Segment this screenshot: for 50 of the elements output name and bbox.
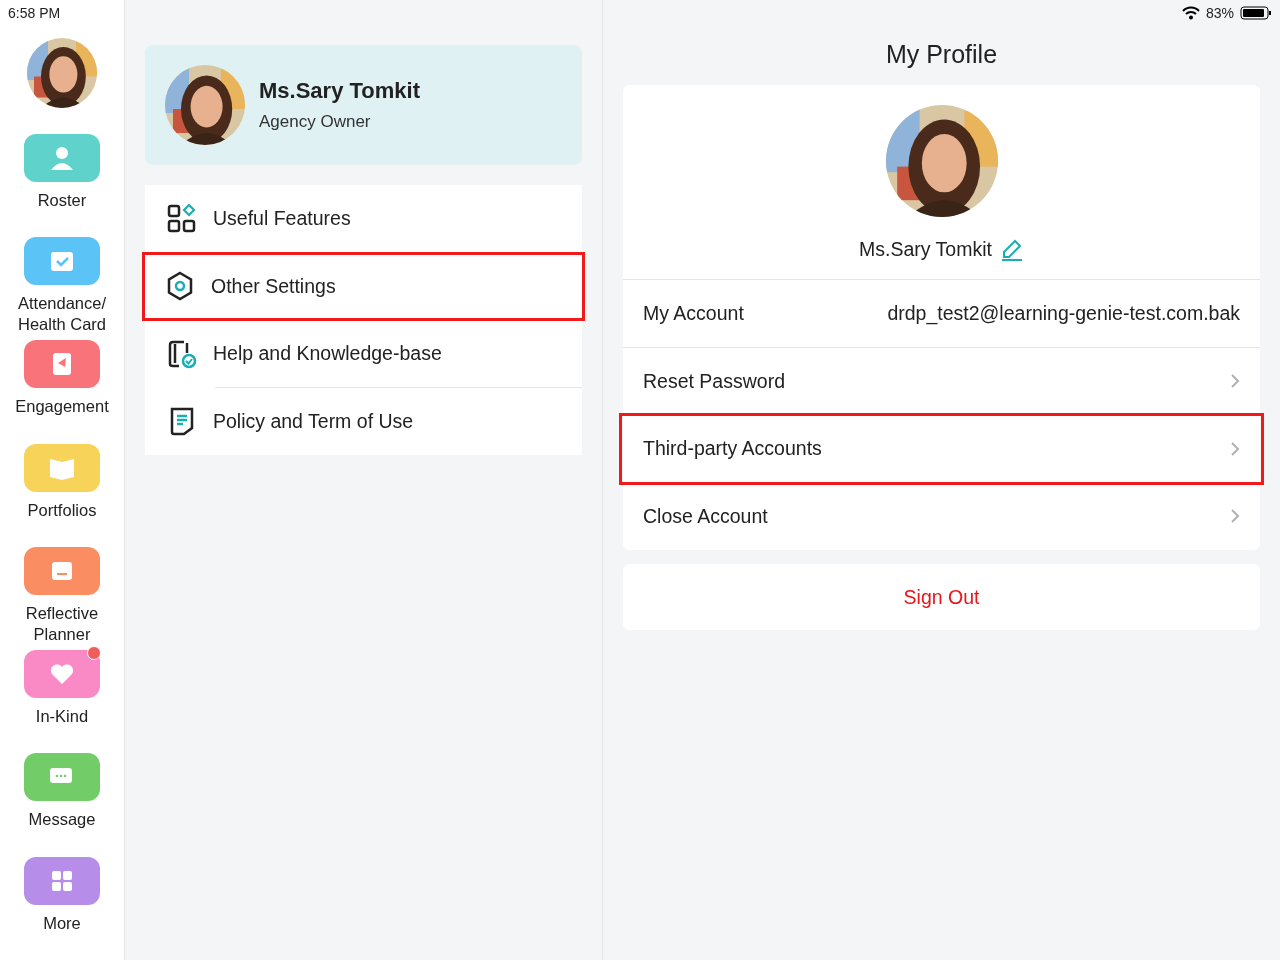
sidebar-item[interactable]: Portfolios: [24, 443, 100, 547]
grid-icon: [167, 203, 197, 234]
sidebar-label: Reflective Planner: [25, 602, 99, 645]
sidebar-item[interactable]: More: [24, 856, 100, 960]
chevron-right-icon: [1230, 440, 1240, 457]
row-label: Close Account: [643, 504, 769, 528]
sidebar-label: Message: [28, 809, 96, 831]
sidebar-item[interactable]: Reflective Planner: [24, 546, 100, 651]
sidebar-item[interactable]: Engagement: [15, 340, 109, 444]
menu-label: Help and Knowledge-base: [213, 342, 442, 366]
sidebar-item[interactable]: In-Kind: [24, 650, 100, 754]
page-title: My Profile: [884, 40, 999, 69]
row-label: Third-party Accounts: [643, 437, 823, 461]
profile-card[interactable]: Ms.Sary Tomkit Agency Owner: [145, 45, 582, 165]
sign-out-button[interactable]: Sign Out: [897, 584, 986, 610]
profile-role: Agency Owner: [259, 112, 372, 132]
status-time: 6:58 PM: [7, 4, 61, 23]
sidebar-item[interactable]: Roster: [24, 133, 100, 238]
sidebar-label: Roster: [37, 189, 87, 211]
sidebar-label: More: [43, 912, 81, 934]
book-check-icon: [167, 338, 197, 369]
sidebar-label: Portfolios: [27, 499, 97, 521]
account-email: drdp_test2@learning-genie-test.com.bak: [887, 301, 1240, 325]
sidebar-label: Engagement: [15, 396, 109, 418]
battery-percent: 83%: [1205, 5, 1234, 21]
menu-label: Policy and Term of Use: [213, 409, 414, 433]
sidebar-item[interactable]: Attendance/ Health Card: [17, 237, 107, 341]
row-label: Reset Password: [643, 369, 786, 393]
menu-item[interactable]: Useful Features: [145, 185, 582, 253]
sidebar-item[interactable]: Message: [24, 753, 100, 857]
hexagon-icon: [165, 271, 195, 302]
profile-name: Ms.Sary Tomkit: [259, 78, 420, 104]
menu-item[interactable]: Other Settings: [143, 252, 584, 320]
chevron-right-icon: [1230, 373, 1240, 390]
account-row[interactable]: Third-party Accounts: [621, 415, 1262, 483]
row-label: My Account: [643, 301, 745, 325]
sidebar-label: Attendance/ Health Card: [17, 293, 107, 336]
account-row[interactable]: Close Account: [623, 482, 1260, 550]
menu-item[interactable]: Policy and Term of Use: [145, 387, 582, 455]
account-row[interactable]: My Account drdp_test2@learning-genie-test.com.bak: [623, 280, 1260, 348]
sidebar-label: In-Kind: [35, 706, 89, 728]
menu-item[interactable]: Help and Knowledge-base: [145, 320, 582, 388]
edit-icon[interactable]: [999, 237, 1024, 261]
wifi-icon: [1181, 6, 1200, 20]
menu-label: Useful Features: [213, 207, 351, 231]
battery-icon: [1240, 6, 1272, 20]
chevron-right-icon: [1230, 508, 1240, 525]
account-row[interactable]: Reset Password: [623, 347, 1260, 415]
profile-name: Ms.Sary Tomkit: [859, 237, 992, 261]
menu-label: Other Settings: [211, 274, 336, 298]
